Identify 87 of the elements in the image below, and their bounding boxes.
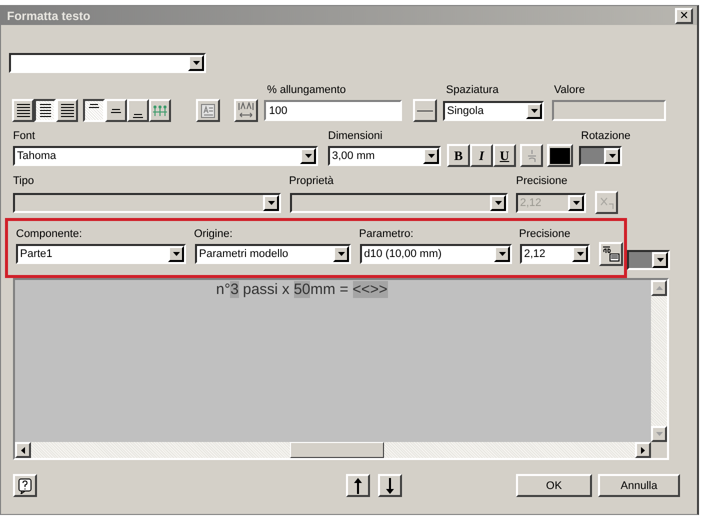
caret-icon: [656, 258, 664, 262]
size-dropdown[interactable]: 3,00 mm: [328, 146, 441, 166]
align-left-button[interactable]: [12, 99, 34, 122]
scroll-up-icon: [656, 286, 662, 290]
scroll-right-icon: [641, 446, 645, 454]
caret-icon: [530, 108, 538, 112]
insert-parameter-button[interactable]: [599, 242, 623, 266]
align-right-button[interactable]: [56, 99, 78, 122]
caret-icon: [576, 252, 584, 256]
columns-button[interactable]: [149, 99, 171, 122]
caret-icon: [608, 154, 616, 158]
valign-middle-button[interactable]: [105, 99, 127, 122]
caret-icon: [572, 200, 580, 204]
font-dropdown[interactable]: Tahoma: [13, 146, 318, 166]
line-icon: [417, 108, 433, 112]
caret-icon: [494, 200, 502, 204]
caret-icon: [172, 252, 180, 256]
field-label: Spaziatura: [446, 84, 499, 96]
editor-text: n°3 passi x 50mm = <<>>: [215, 280, 389, 300]
stretch-icon: [237, 102, 255, 120]
text-box-button[interactable]: [196, 99, 220, 122]
component-dropdown[interactable]: Parte1: [16, 244, 186, 264]
field-label: Componente:: [16, 228, 82, 240]
spacing-dropdown[interactable]: Singola: [443, 100, 544, 120]
columns-icon: [152, 102, 168, 118]
stack-button[interactable]: [520, 144, 543, 167]
field-label: Rotazione: [581, 130, 631, 142]
field-label: Tipo: [13, 175, 34, 187]
field-label: Dimensioni: [328, 130, 382, 142]
underline-button[interactable]: U: [493, 144, 516, 167]
color-button[interactable]: [547, 144, 573, 167]
scroll-left-icon: [21, 446, 25, 454]
ok-button[interactable]: OK: [516, 474, 592, 497]
valign-bottom-button[interactable]: [127, 99, 149, 122]
style-dropdown[interactable]: [9, 53, 206, 73]
field-label: Font: [13, 130, 36, 142]
italic-button[interactable]: I: [470, 144, 493, 167]
field-label: Precisione: [519, 228, 570, 240]
align-center-button[interactable]: [34, 99, 56, 122]
caret-icon: [428, 154, 434, 158]
rotation-dropdown[interactable]: [579, 146, 622, 166]
move-up-button[interactable]: [346, 474, 370, 497]
line-spacing-button[interactable]: [413, 99, 437, 122]
text-box-icon: [200, 102, 216, 118]
align-center-icon: [38, 102, 52, 119]
help-icon: [18, 478, 32, 494]
up-arrow-icon: [353, 476, 363, 494]
caret-icon: [498, 252, 506, 256]
window-title: Formatta testo: [7, 8, 90, 22]
vertical-scrollbar[interactable]: [651, 280, 667, 442]
field-label: Parametro:: [359, 228, 414, 240]
align-right-icon: [60, 102, 74, 119]
field-label: % allungamento: [267, 84, 346, 96]
down-arrow-icon: [385, 476, 395, 494]
caret-icon: [304, 154, 312, 158]
caret-icon: [268, 200, 274, 204]
parameter-dropdown[interactable]: d10 (10,00 mm): [360, 244, 512, 264]
valign-middle-icon: [111, 108, 121, 112]
field-label: Valore: [554, 84, 585, 96]
valign-top-icon: [89, 104, 99, 108]
stretch-button[interactable]: [234, 99, 258, 122]
caret-icon: [338, 252, 344, 256]
scrollbar-corner: [651, 442, 667, 458]
subscript-icon: [600, 196, 614, 210]
bold-button[interactable]: B: [447, 144, 470, 167]
align-left-icon: [16, 102, 30, 119]
scroll-down-icon: [656, 432, 662, 436]
stretch-field[interactable]: 100: [264, 100, 402, 121]
scroll-thumb[interactable]: [290, 442, 384, 458]
precision-dropdown[interactable]: 2,12: [520, 244, 590, 264]
horizontal-scrollbar[interactable]: [15, 442, 651, 458]
symbol-dropdown[interactable]: [627, 250, 670, 270]
parameter-icon: [602, 246, 620, 262]
move-down-button[interactable]: [378, 474, 402, 497]
caret-icon: [192, 61, 200, 65]
field-label: Origine:: [194, 228, 233, 240]
text-editor[interactable]: n°3 passi x 50mm = <<>>: [13, 278, 669, 460]
valign-bottom-icon: [133, 114, 143, 118]
stack-icon: [526, 148, 536, 164]
close-button[interactable]: ✕: [675, 8, 693, 24]
cancel-button[interactable]: Annulla: [598, 474, 680, 497]
field-label: Precisione: [516, 175, 568, 187]
origin-dropdown[interactable]: Parametri modello: [195, 244, 351, 264]
help-button[interactable]: [13, 474, 37, 497]
field-label: Proprietà: [289, 175, 334, 187]
valign-top-button[interactable]: [83, 99, 105, 122]
subscript-button[interactable]: [595, 191, 618, 214]
